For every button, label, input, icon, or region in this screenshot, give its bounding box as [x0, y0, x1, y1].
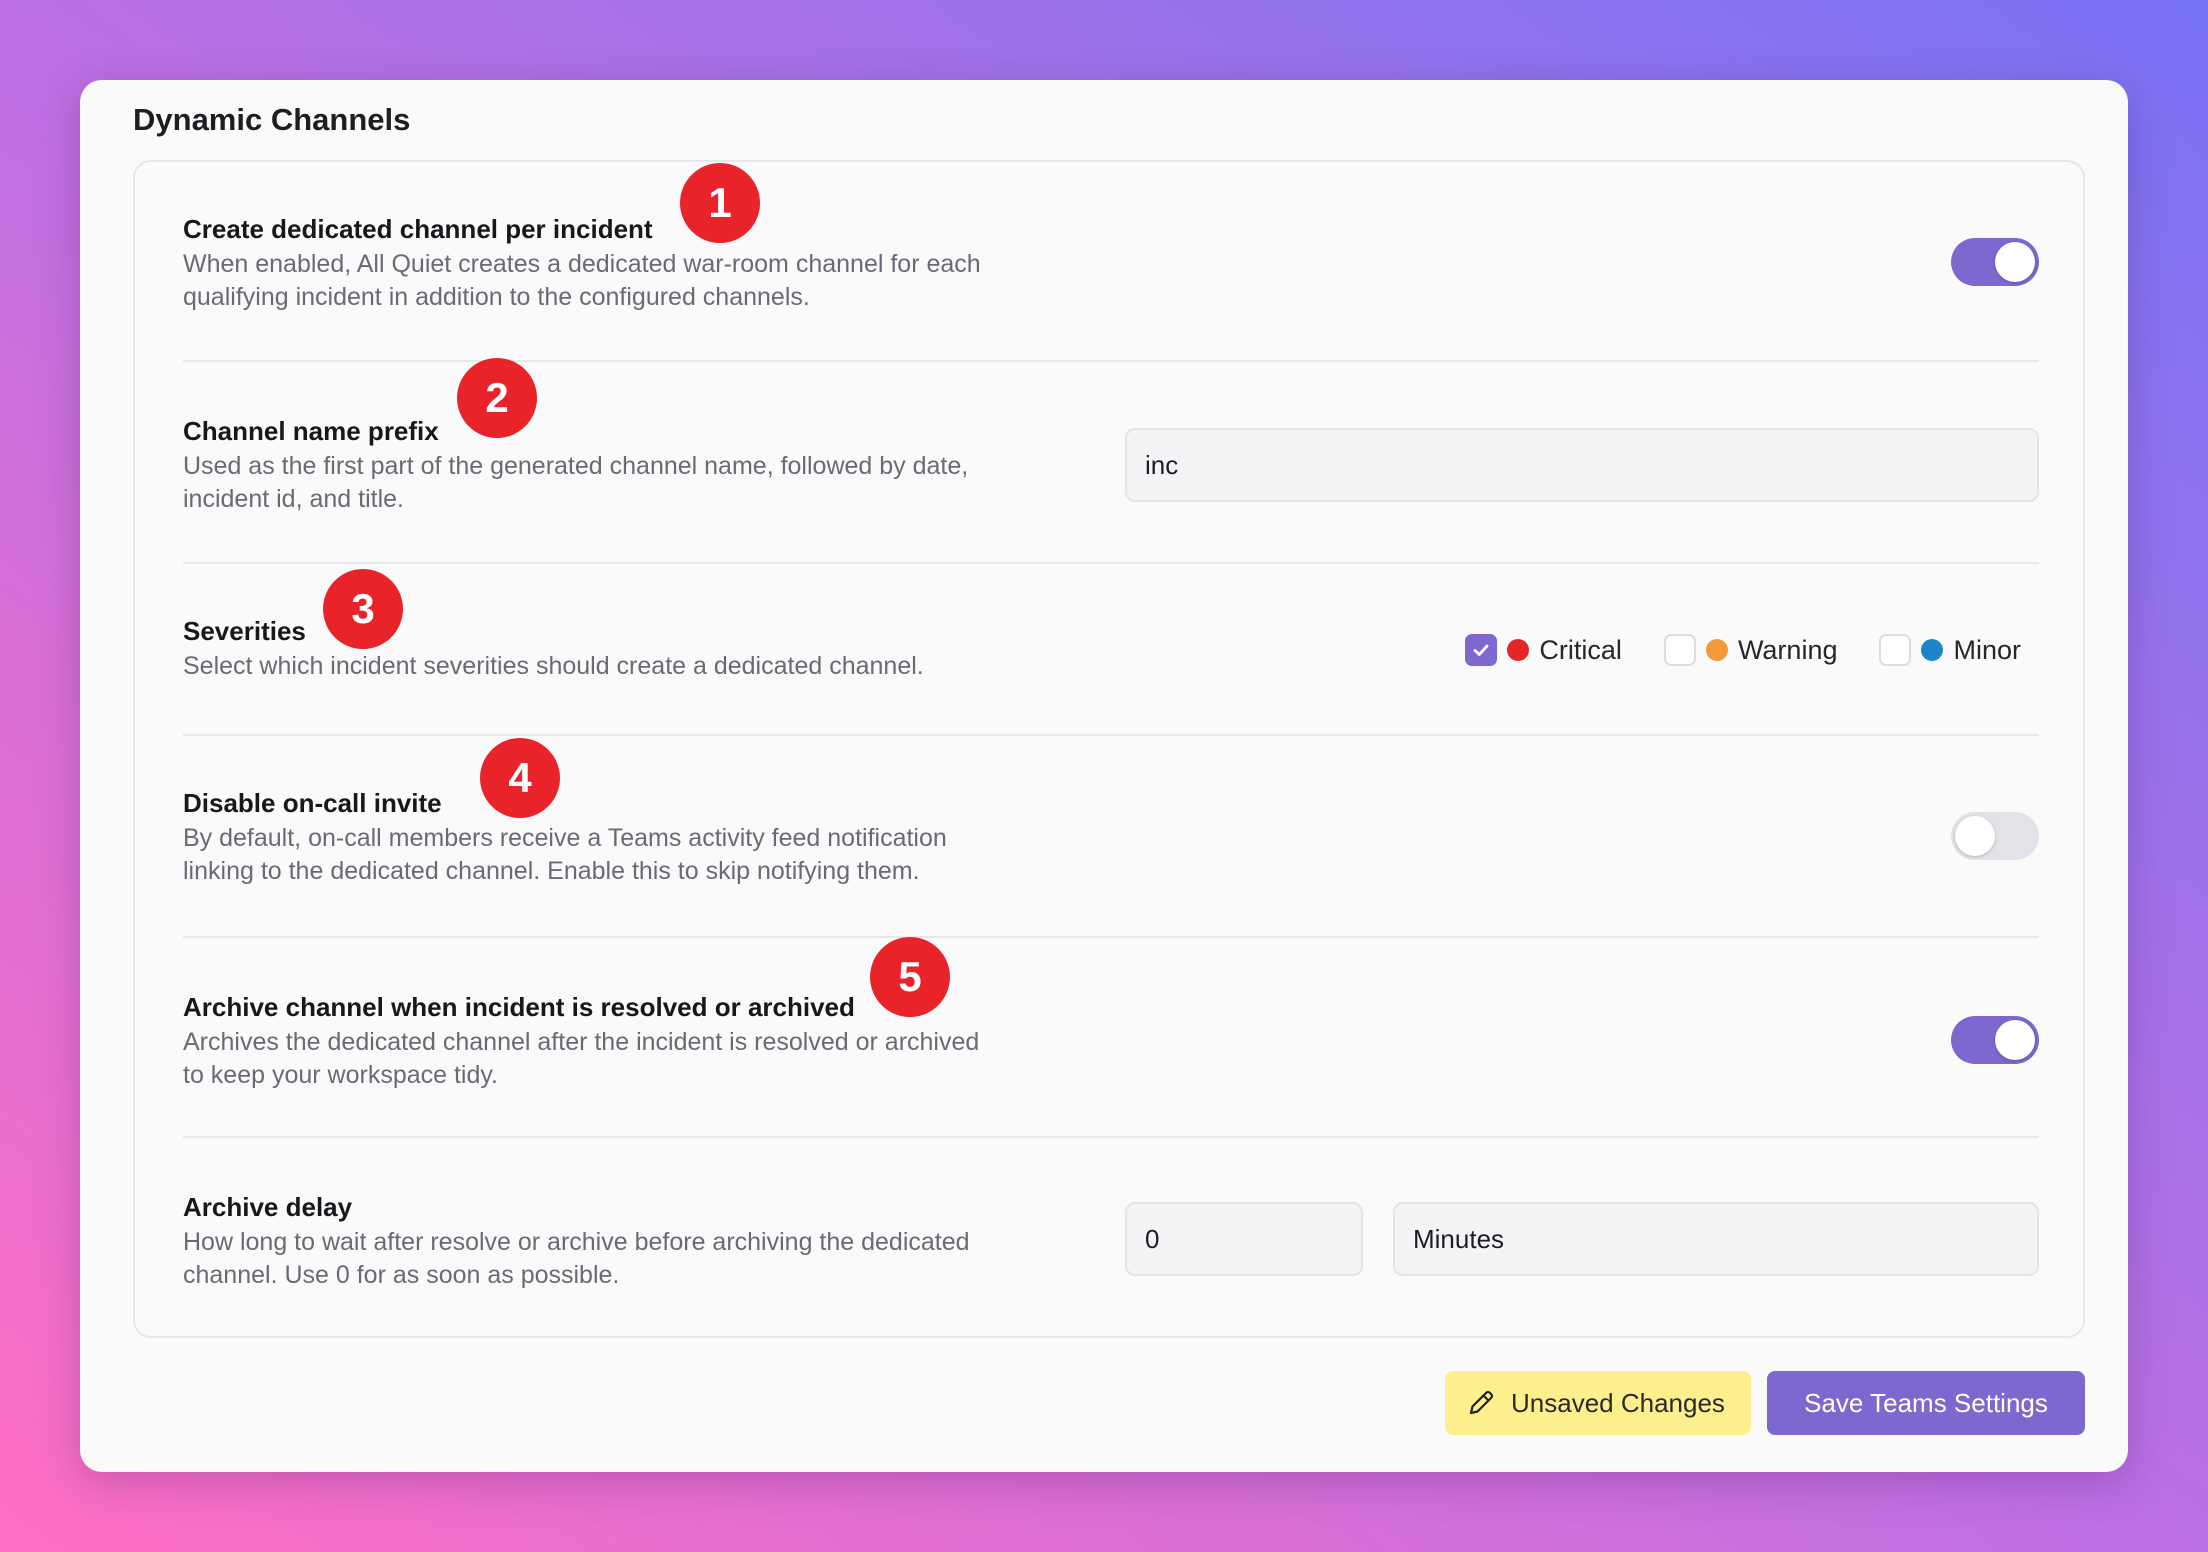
unsaved-changes-indicator: Unsaved Changes — [1445, 1371, 1751, 1435]
channel-prefix-label: Channel name prefix — [183, 416, 439, 446]
settings-card: Dynamic Channels Create dedicated channe… — [80, 80, 2128, 1472]
dedicated-channel-toggle[interactable] — [1951, 238, 2039, 286]
save-teams-settings-button[interactable]: Save Teams Settings — [1767, 1371, 2085, 1435]
minor-dot-icon — [1921, 639, 1944, 661]
oncall-invite-label: Disable on-call invite — [183, 788, 442, 818]
row-archive-delay: Archive delay How long to wait after res… — [183, 1138, 2039, 1338]
minor-label: Minor — [1953, 634, 2021, 665]
row-archive-channel: Archive channel when incident is resolve… — [183, 938, 2039, 1138]
channel-prefix-input[interactable]: inc — [1125, 428, 2039, 502]
critical-label: Critical — [1539, 634, 1622, 665]
toggle-knob — [1995, 1020, 2035, 1060]
dedicated-channel-description: When enabled, All Quiet creates a dedica… — [183, 250, 981, 311]
annotation-badge-5: 5 — [870, 937, 950, 1017]
row-dedicated-channel: Create dedicated channel per incident Wh… — [183, 162, 2039, 362]
oncall-invite-toggle[interactable] — [1951, 812, 2039, 860]
archive-delay-description: How long to wait after resolve or archiv… — [183, 1228, 970, 1289]
warning-label: Warning — [1737, 634, 1838, 665]
annotation-badge-3: 3 — [323, 569, 403, 649]
archive-delay-unit-select[interactable]: Minutes — [1393, 1202, 2039, 1276]
archive-delay-input[interactable]: 0 — [1125, 1202, 1363, 1276]
severity-minor[interactable]: Minor — [1879, 634, 2021, 666]
row-oncall-invite: Disable on-call invite By default, on-ca… — [183, 736, 2039, 938]
archive-channel-toggle[interactable] — [1951, 1016, 2039, 1064]
warning-dot-icon — [1705, 639, 1728, 661]
pencil-icon — [1469, 1390, 1494, 1415]
check-icon — [1474, 644, 1489, 656]
channel-prefix-description: Used as the first part of the generated … — [183, 452, 969, 513]
dedicated-channel-label: Create dedicated channel per incident — [183, 214, 653, 244]
severity-warning[interactable]: Warning — [1663, 634, 1838, 666]
unsaved-changes-label: Unsaved Changes — [1511, 1387, 1725, 1418]
annotation-badge-1: 1 — [680, 163, 760, 243]
annotation-badge-4: 4 — [480, 738, 560, 818]
warning-checkbox[interactable] — [1663, 634, 1696, 666]
row-severities: Severities Select which incident severit… — [183, 564, 2039, 736]
toggle-knob — [1955, 816, 1995, 856]
severities-description: Select which incident severities should … — [183, 652, 924, 680]
archive-channel-label: Archive channel when incident is resolve… — [183, 992, 855, 1022]
annotation-badge-2: 2 — [457, 358, 537, 438]
oncall-invite-description: By default, on-call members receive a Te… — [183, 824, 947, 885]
critical-dot-icon — [1507, 639, 1530, 661]
section-title: Dynamic Channels — [133, 102, 411, 137]
severities-label: Severities — [183, 616, 306, 646]
severity-critical[interactable]: Critical — [1465, 634, 1622, 666]
archive-channel-description: Archives the dedicated channel after the… — [183, 1028, 980, 1089]
toggle-knob — [1995, 242, 2035, 282]
dynamic-channels-panel: Create dedicated channel per incident Wh… — [133, 160, 2085, 1338]
archive-delay-label: Archive delay — [183, 1192, 353, 1222]
minor-checkbox[interactable] — [1879, 634, 1912, 666]
critical-checkbox[interactable] — [1465, 634, 1498, 666]
severity-options: Critical Warning Minor — [1423, 632, 2021, 668]
